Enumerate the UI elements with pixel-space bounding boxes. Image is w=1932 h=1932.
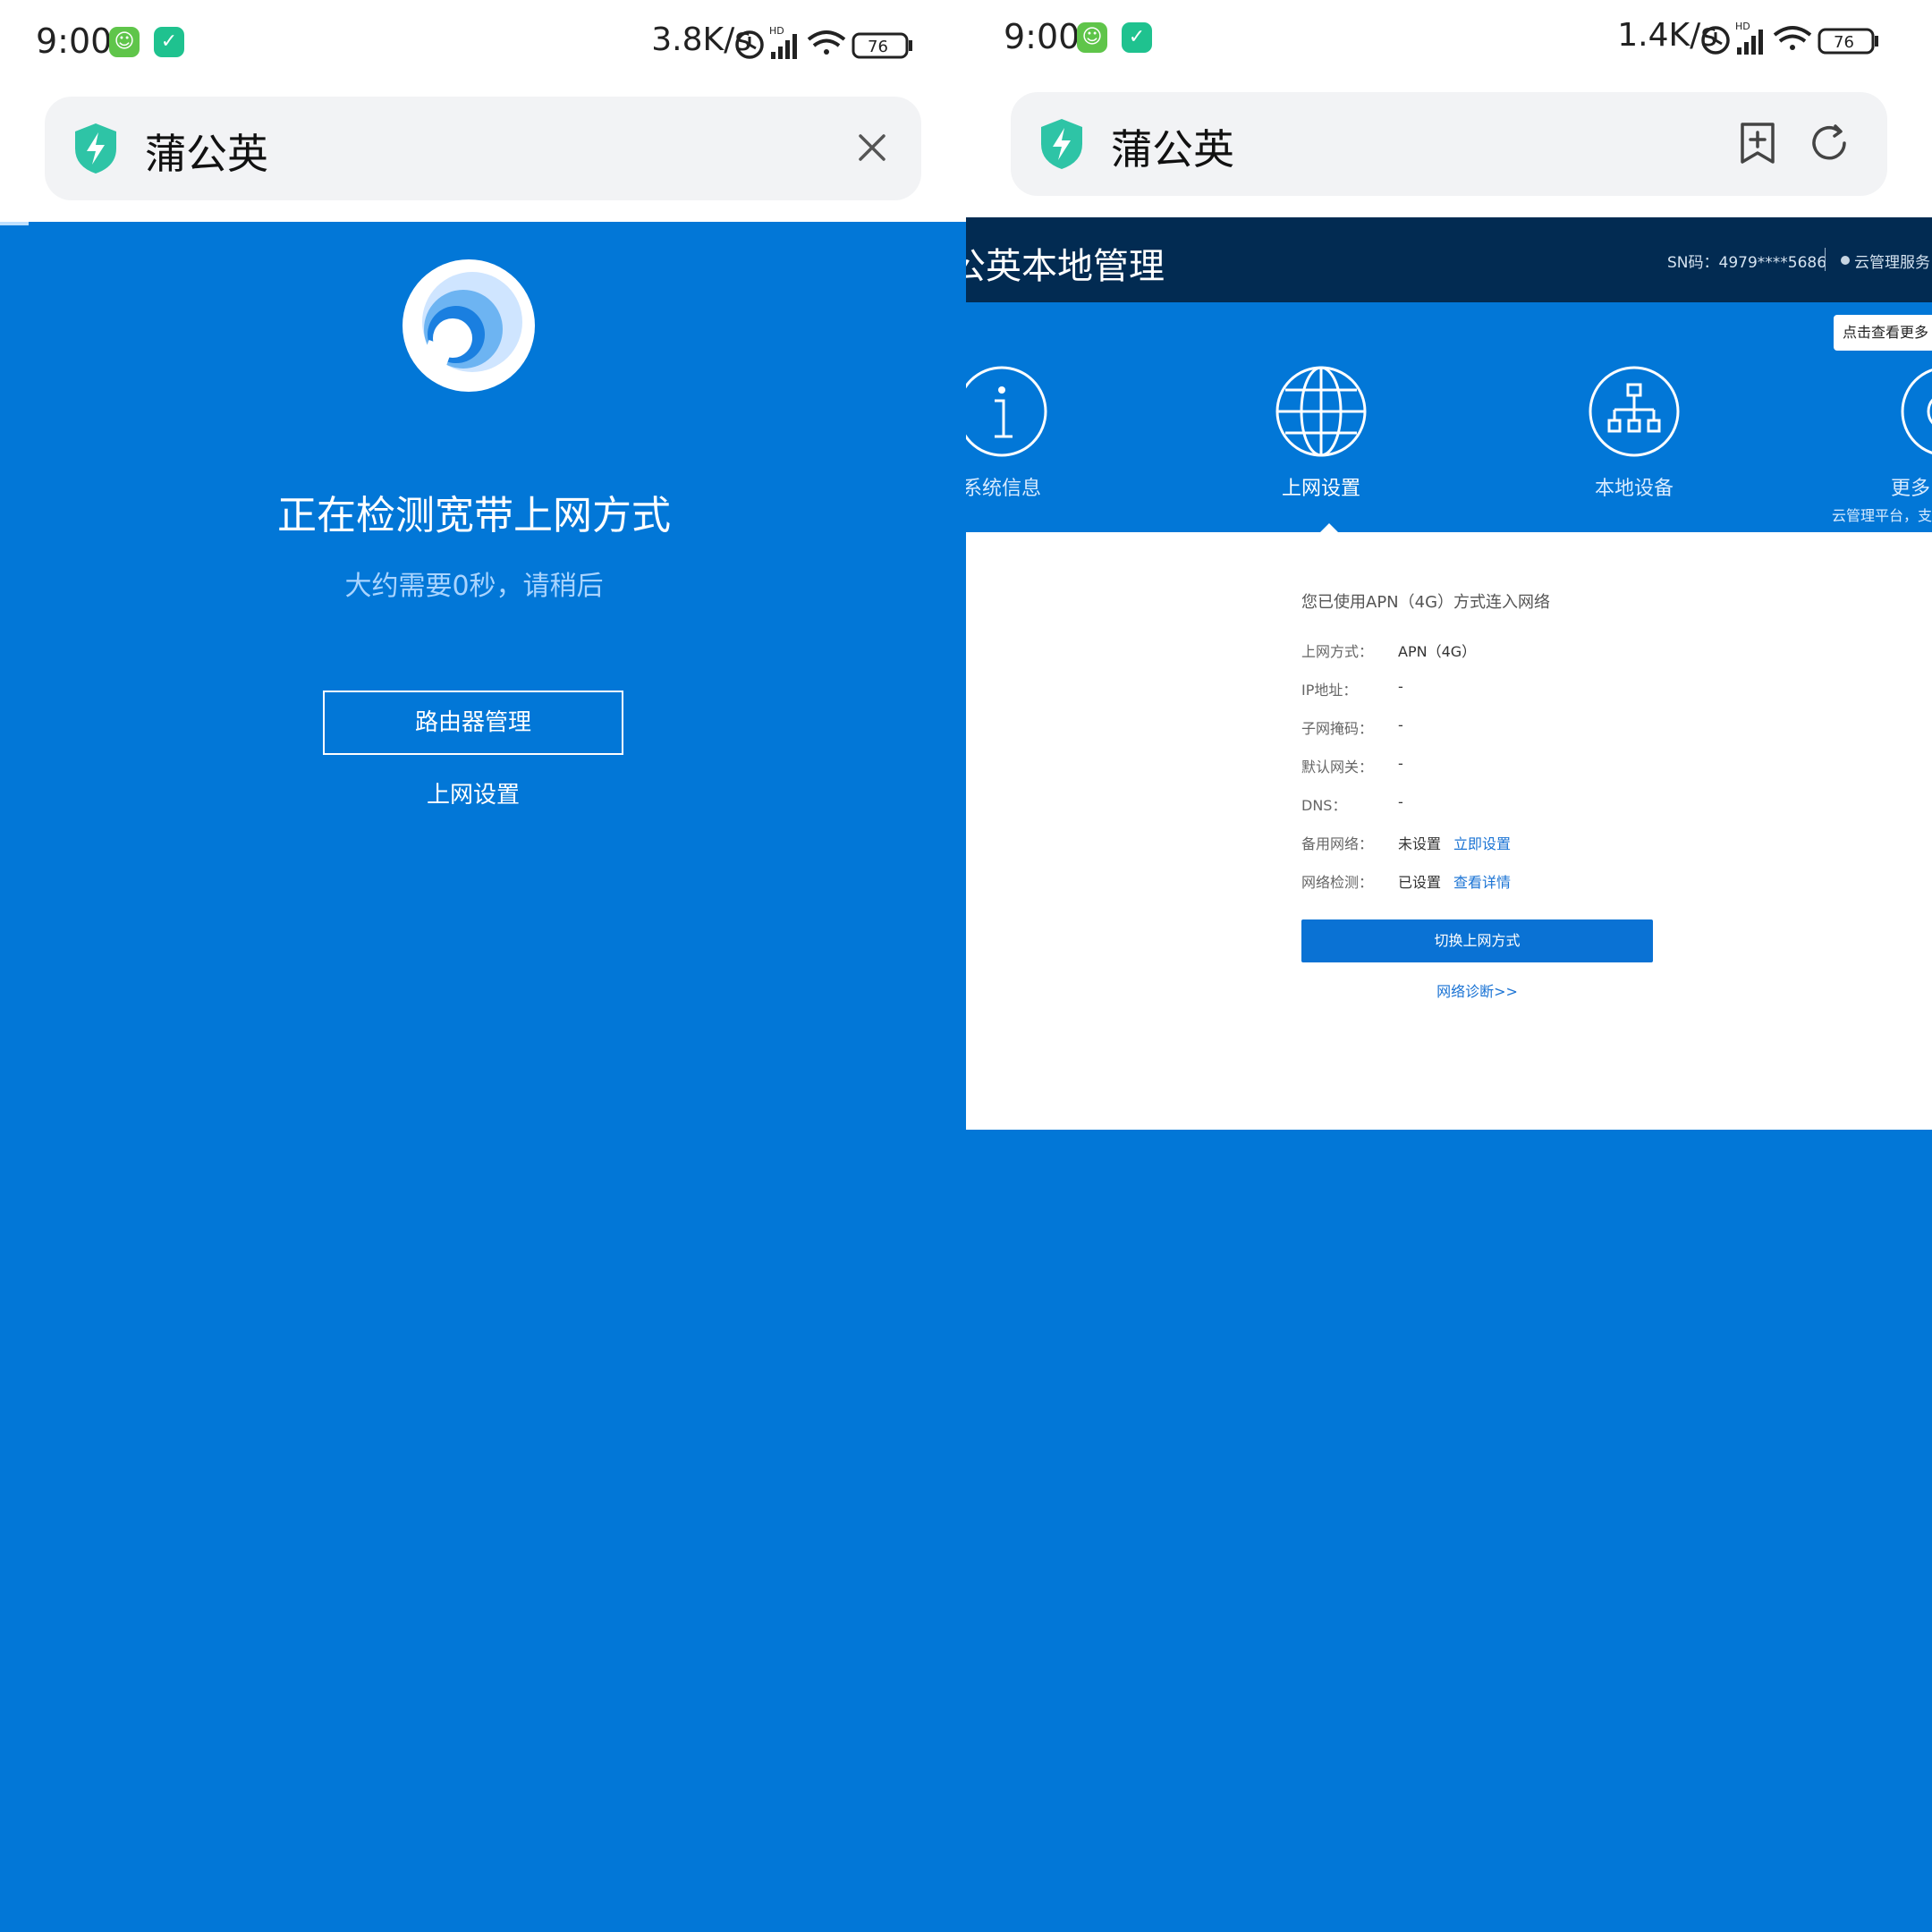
status-bar: 9:00 ☺ ✓ 3.8K/s HD 76 [0,0,966,89]
browser-toolbar: 蒲公英 [0,89,966,222]
active-tab-indicator [1318,523,1340,534]
browser-toolbar: 蒲公英 [966,85,1932,219]
battery-icon: 76 [1818,28,1878,55]
serial-number: SN码：4979****5686 [1667,254,1827,272]
shield-bolt-icon [75,123,116,174]
info-value: - [1398,716,1403,733]
page-title: 蒲公英 [1111,125,1234,174]
wifi-icon [807,30,846,55]
nav-internet-settings[interactable]: 上网设置 [1232,472,1411,501]
page-title: 蒲公英 [145,130,268,178]
info-value: 已设置 [1398,874,1442,891]
nav-more[interactable]: 更多 [1891,472,1932,501]
alarm-icon [1701,26,1730,55]
battery-level: 76 [868,38,888,56]
app-notification-icon: ☺ [109,27,140,57]
battery-level: 76 [1834,33,1854,52]
status-icons: HD 76 [1701,21,1878,55]
internet-status-panel: 您已使用APN（4G）方式连入网络 上网方式： APN（4G） IP地址： - … [966,523,1932,1130]
info-value: - [1398,793,1403,810]
setup-now-link[interactable]: 立即设置 [1453,832,1511,853]
view-details-link[interactable]: 查看详情 [1453,870,1511,892]
connection-summary: 您已使用APN（4G）方式连入网络 [1301,593,1551,612]
switch-connection-button[interactable]: 切换上网方式 [1301,919,1653,962]
close-icon[interactable] [848,123,896,172]
info-label: IP地址： [1301,682,1358,699]
network-tree-icon[interactable] [1588,365,1681,458]
wifi-icon [1773,26,1812,50]
address-bar[interactable]: 蒲公英 [45,97,921,200]
info-label: 上网方式： [1301,643,1374,660]
page-load-progress [0,222,29,225]
right-screen: 9:00 ☺ ✓ 1.4K/s HD 76 蒲公英 公英本地管理 SN码：497… [966,0,1932,1932]
info-value: - [1398,678,1403,695]
hd-label: HD [769,25,784,37]
address-bar[interactable]: 蒲公英 [1011,92,1887,196]
status-icons: HD 76 [735,25,912,59]
status-time: 9:00 [1004,17,1080,56]
info-label: 默认网关： [1301,758,1374,775]
signal-icon [771,34,797,59]
shield-bolt-icon [1041,119,1082,169]
info-label: DNS： [1301,797,1347,814]
signal-icon [1737,30,1763,55]
router-admin-header: 公英本地管理 SN码：4979****5686 云管理服务 [966,217,1932,302]
info-label: 网络检测： [1301,874,1374,891]
alarm-icon [735,30,764,59]
info-value: APN（4G） [1398,643,1477,660]
info-icon[interactable] [966,365,1048,458]
hd-label: HD [1735,21,1750,32]
app-notification-icon: ✓ [154,27,184,57]
cloud-status-dot [1841,256,1850,265]
info-value: - [1398,755,1403,772]
network-diagnose-link[interactable]: 网络诊断>> [1301,979,1653,1001]
gear-icon[interactable] [1900,365,1932,458]
view-more-tooltip[interactable]: 点击查看更多 [1834,315,1932,351]
bookmark-add-icon[interactable] [1733,119,1782,167]
battery-icon: 76 [852,32,912,59]
internet-settings-link[interactable]: 上网设置 [0,776,946,809]
header-divider [1825,248,1826,271]
pugongying-logo-icon [402,259,535,392]
globe-icon[interactable] [1275,365,1368,458]
nav-local-devices[interactable]: 本地设备 [1545,472,1724,501]
nav-more-subtitle: 云管理平台，支 [1832,507,1932,524]
detect-title: 正在检测宽带上网方式 [277,493,671,538]
status-bar: 9:00 ☺ ✓ 1.4K/s HD 76 [966,0,1932,85]
router-manage-button[interactable]: 路由器管理 [323,691,623,755]
app-notification-icon: ✓ [1122,22,1152,53]
refresh-icon[interactable] [1805,119,1853,167]
detect-subtitle: 大约需要0秒，请稍后 [344,571,604,602]
cloud-service-link[interactable]: 云管理服务 [1854,250,1930,272]
nav-system-info[interactable]: 系统信息 [966,472,1091,501]
status-time: 9:00 [36,21,113,61]
left-screen: 9:00 ☺ ✓ 3.8K/s HD 76 蒲公英 正在检测宽带上网方式 大约需… [0,0,966,1932]
app-notification-icon: ☺ [1077,22,1107,53]
info-label: 子网掩码： [1301,720,1374,737]
info-value: 未设置 [1398,835,1442,852]
info-label: 备用网络： [1301,835,1374,852]
router-admin-title: 公英本地管理 [966,246,1165,287]
